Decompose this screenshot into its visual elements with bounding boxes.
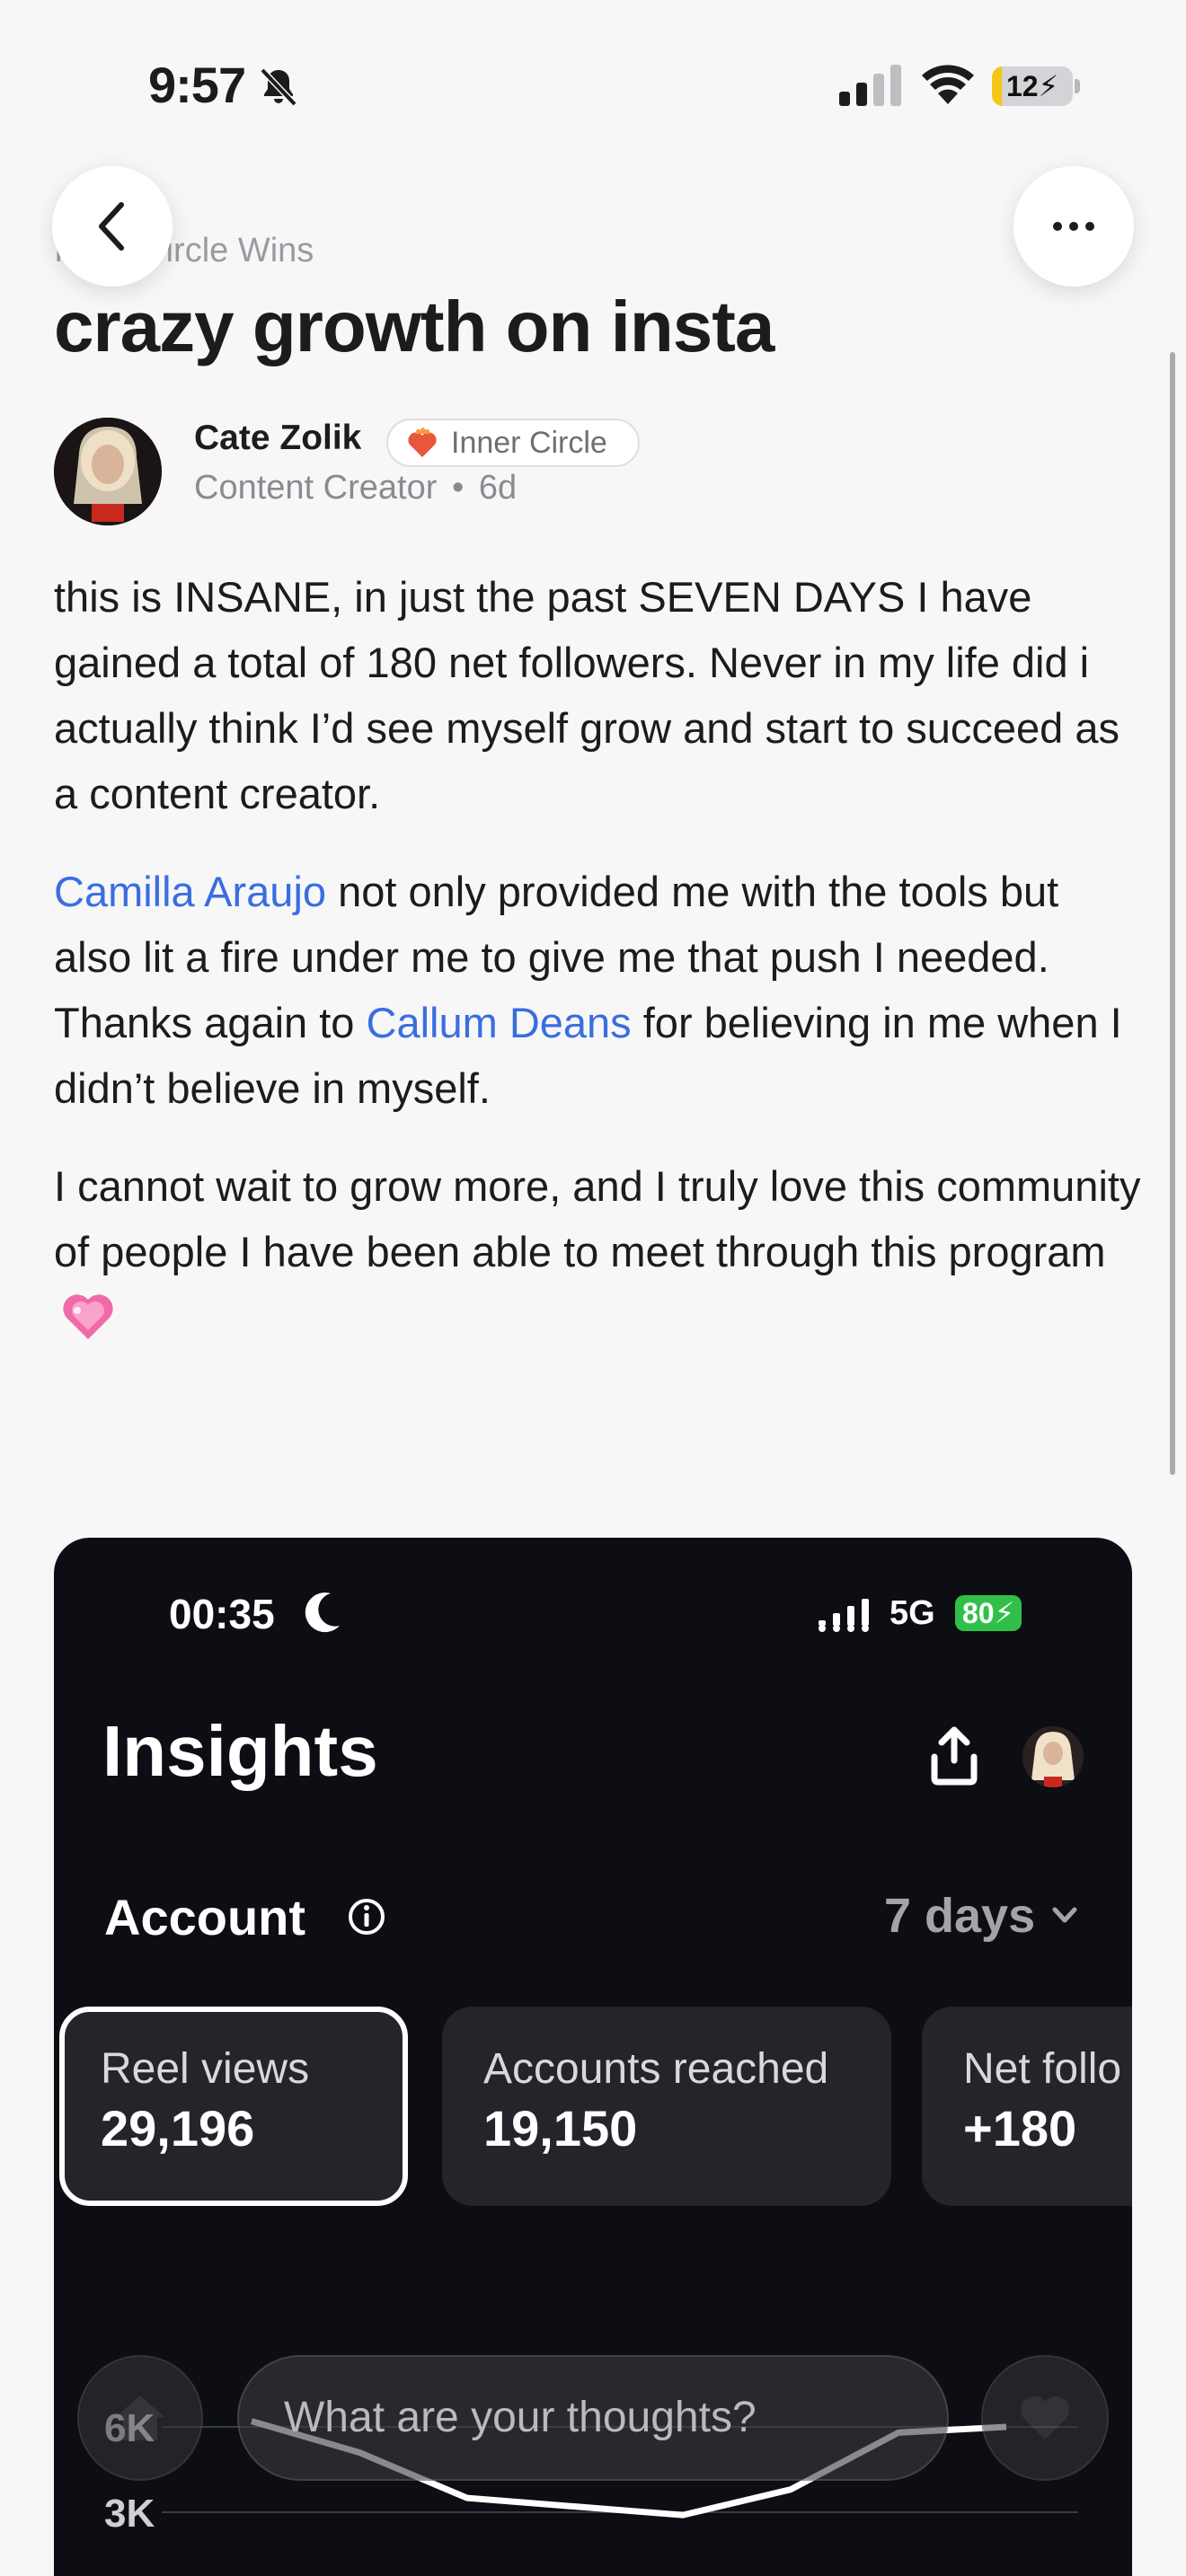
metric-card[interactable]: Accounts reached 19,150 (442, 2007, 891, 2206)
flaming-heart-icon (408, 428, 437, 457)
info-icon[interactable] (347, 1897, 386, 1936)
screenshot-battery: 80⚡ (955, 1595, 1022, 1631)
status-time: 9:57 (148, 57, 246, 113)
author-role: Content Creator (194, 469, 438, 507)
chevron-down-icon (1052, 1907, 1077, 1923)
back-button[interactable] (52, 166, 173, 287)
metric-value: 29,196 (101, 2100, 255, 2157)
metric-card[interactable]: Reel views 29,196 (59, 2007, 408, 2206)
post-title: crazy growth on insta (54, 287, 774, 366)
mention-link[interactable]: Camilla Araujo (54, 868, 326, 915)
author-avatar[interactable] (54, 418, 162, 525)
battery-level: 12 (1005, 70, 1039, 102)
scrollbar[interactable] (1170, 352, 1175, 1475)
post-paragraph-2: Camilla Araujo not only provided me with… (54, 859, 1141, 1121)
meta-separator: • (451, 469, 465, 507)
metric-label: Net follo (963, 2045, 1122, 2093)
badge-label: Inner Circle (451, 425, 607, 460)
wifi-icon (922, 65, 974, 104)
insights-title: Insights (102, 1711, 378, 1791)
post-age: 6d (478, 469, 518, 507)
comment-input[interactable]: What are your thoughts? (237, 2355, 949, 2481)
inner-circle-badge: Inner Circle (386, 419, 640, 467)
author-meta: Content Creator • 6d (194, 469, 517, 507)
battery-tip (1075, 79, 1080, 93)
like-button[interactable] (981, 2355, 1109, 2481)
chevron-left-icon (99, 202, 124, 251)
home-icon (116, 2395, 164, 2440)
mention-link[interactable]: Callum Deans (367, 999, 632, 1046)
paragraph-text: I cannot wait to grow more, and I truly … (54, 1162, 1141, 1275)
metric-label: Accounts reached (483, 2045, 829, 2093)
screenshot-time: 00:35 (169, 1591, 275, 1637)
post-body: this is INSANE, in just the past SEVEN D… (54, 564, 1141, 1382)
metric-value: 19,150 (483, 2100, 638, 2157)
screenshot-battery-level: 80 (961, 1597, 995, 1629)
more-options-button[interactable] (1013, 166, 1134, 287)
account-heading: Account (104, 1889, 305, 1945)
share-icon[interactable] (927, 1725, 981, 1787)
heart-icon (1021, 2396, 1069, 2439)
cellular-signal-icon (839, 65, 901, 106)
post-paragraph-1: this is INSANE, in just the past SEVEN D… (54, 573, 1120, 817)
screenshot-avatar[interactable] (1022, 1726, 1084, 1787)
sparkling-heart-icon (63, 1294, 113, 1339)
moon-icon (305, 1592, 340, 1633)
y-tick-label: 3K (104, 2492, 155, 2536)
status-bar: 9:57 12⚡ (0, 0, 1186, 171)
network-type: 5G (890, 1594, 935, 1632)
metric-value: +180 (963, 2100, 1077, 2157)
author-name[interactable]: Cate Zolik (194, 419, 361, 458)
ellipsis-icon (1053, 222, 1094, 231)
cellular-signal-icon (819, 1599, 869, 1632)
date-range-select[interactable]: 7 days (884, 1888, 1035, 1944)
battery-charging-icon: 12⚡ (992, 66, 1073, 106)
metric-card[interactable]: Net follo +180 (922, 2007, 1132, 2206)
post-paragraph-3: I cannot wait to grow more, and I truly … (54, 1153, 1141, 1350)
bell-slash-icon (260, 67, 297, 107)
home-button[interactable] (77, 2355, 203, 2481)
metric-label: Reel views (101, 2045, 310, 2093)
